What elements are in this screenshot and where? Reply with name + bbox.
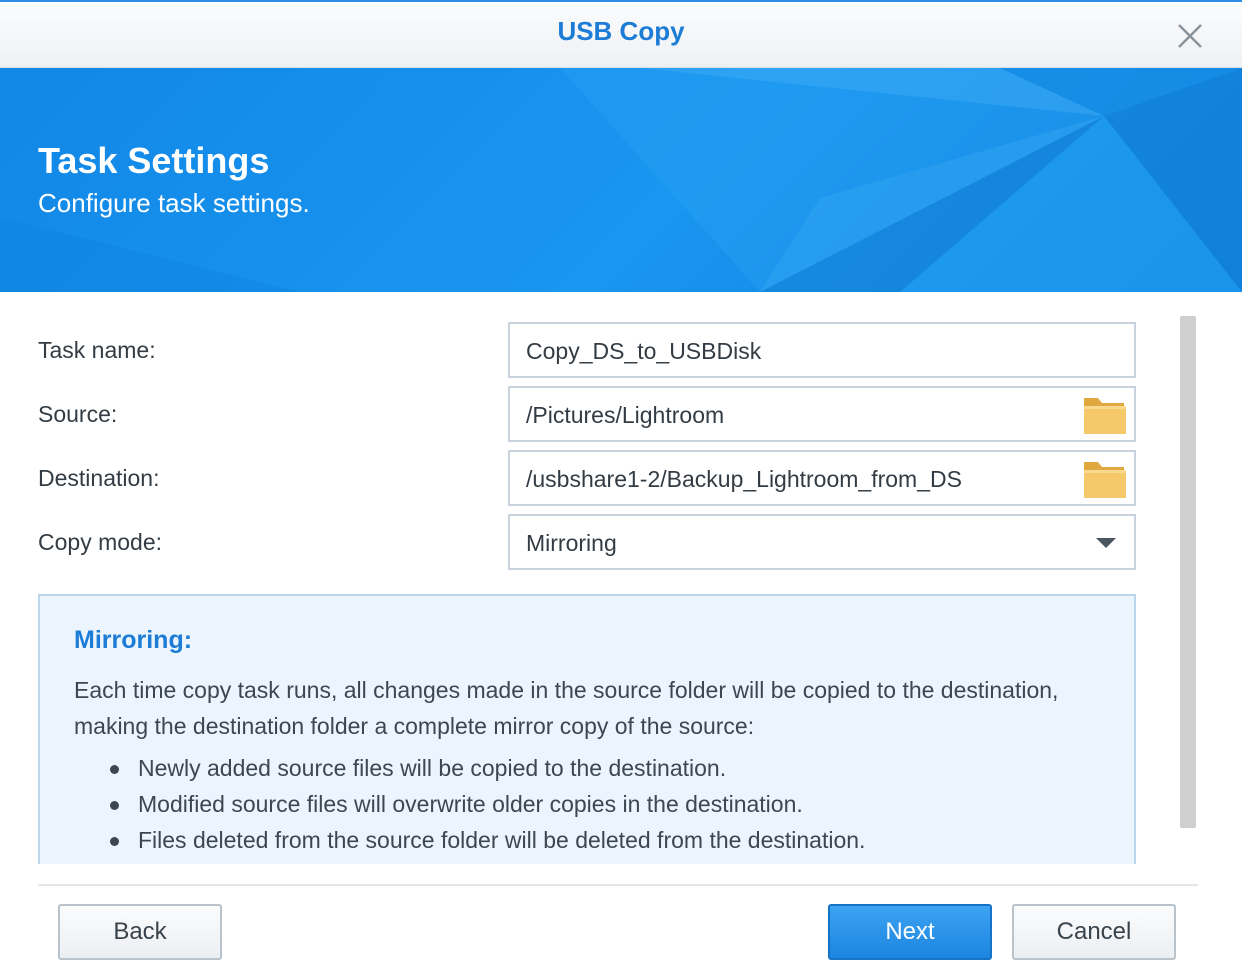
- destination-label: Destination:: [38, 465, 160, 491]
- back-button[interactable]: Back: [58, 904, 222, 960]
- usb-copy-dialog: USB Copy Task Settings Configure task se…: [0, 0, 1242, 974]
- task-name-value: Copy_DS_to_USBDisk: [526, 338, 762, 364]
- task-name-input[interactable]: Copy_DS_to_USBDisk: [508, 322, 1136, 378]
- source-value: /Pictures/Lightroom: [526, 402, 725, 428]
- chevron-down-icon[interactable]: [1096, 538, 1116, 548]
- destination-value: /usbshare1-2/Backup_Lightroom_from_DS: [526, 466, 962, 492]
- cancel-button[interactable]: Cancel: [1012, 904, 1176, 960]
- page-subtitle: Configure task settings.: [38, 188, 310, 218]
- vertical-scrollbar[interactable]: [1180, 316, 1196, 828]
- copy-mode-value: Mirroring: [526, 530, 617, 556]
- title-bar: USB Copy: [0, 0, 1242, 68]
- info-title: Mirroring:: [74, 626, 193, 654]
- folder-icon[interactable]: [1082, 394, 1128, 436]
- copy-mode-label: Copy mode:: [38, 529, 163, 555]
- info-description: Each time copy task runs, all changes ma…: [74, 677, 1059, 739]
- destination-input[interactable]: /usbshare1-2/Backup_Lightroom_from_DS: [508, 450, 1136, 506]
- window-title: USB Copy: [557, 16, 685, 46]
- folder-icon[interactable]: [1082, 458, 1128, 500]
- next-button[interactable]: Next: [828, 904, 992, 960]
- copy-mode-select[interactable]: Mirroring: [508, 514, 1136, 570]
- source-label: Source:: [38, 401, 118, 427]
- list-item: Files deleted from the source folder wil…: [104, 822, 865, 858]
- source-input[interactable]: /Pictures/Lightroom: [508, 386, 1136, 442]
- mode-description-box: Mirroring: Each time copy task runs, all…: [38, 594, 1136, 864]
- header-banner: Task Settings Configure task settings.: [0, 68, 1242, 292]
- list-item: Newly added source files will be copied …: [104, 750, 865, 786]
- close-icon[interactable]: [1174, 20, 1206, 52]
- page-title: Task Settings: [38, 140, 270, 181]
- task-name-label: Task name:: [38, 337, 156, 363]
- info-bullet-list: Newly added source files will be copied …: [104, 750, 865, 858]
- footer-divider: [38, 884, 1198, 886]
- list-item: Modified source files will overwrite old…: [104, 786, 865, 822]
